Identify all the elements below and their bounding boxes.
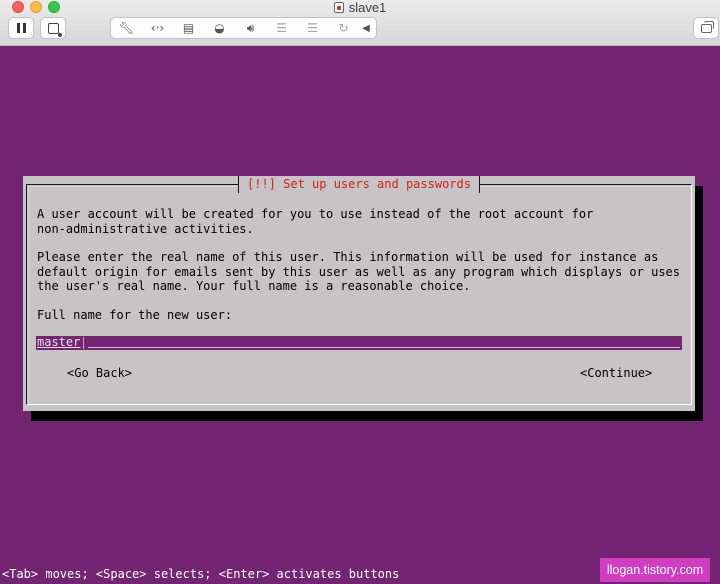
dialog-paragraph-2: Please enter the real name of this user.…	[37, 250, 680, 293]
fullscreen-icon	[700, 20, 714, 33]
network-icon[interactable]: ‹·›	[142, 18, 173, 38]
installer-dialog: [!!] Set up users and passwords A user a…	[23, 176, 695, 411]
field-label: Full name for the new user:	[37, 308, 233, 322]
go-back-button[interactable]: <Go Back>	[67, 366, 132, 380]
vm-toolbar: 🔧︎ ‹·› ▤ ◒ 🔊︎ ☰ ☰ ↻ ◀	[110, 17, 377, 39]
usb-icon[interactable]: ☰	[297, 18, 328, 38]
camera-icon[interactable]: ◒	[204, 18, 235, 38]
vm-icon	[333, 2, 344, 13]
refresh-icon[interactable]: ↻	[328, 18, 359, 38]
text-cursor	[83, 337, 84, 349]
window-title: slave1	[0, 0, 720, 15]
snapshot-button[interactable]	[40, 17, 66, 39]
snapshot-icon	[47, 22, 62, 37]
pause-button[interactable]	[8, 17, 34, 39]
disk-icon[interactable]: ▤	[173, 18, 204, 38]
field-underline	[88, 347, 680, 348]
speaker-icon[interactable]: 🔊︎	[235, 18, 266, 38]
dialog-title: [!!] Set up users and passwords	[238, 176, 480, 193]
window-titlebar: slave1 🔧︎ ‹·› ▤ ◒ 🔊︎ ☰ ☰ ↻ ◀	[0, 0, 720, 46]
pause-icon	[16, 23, 26, 33]
chevron-left-icon[interactable]: ◀	[359, 18, 373, 38]
fullscreen-button[interactable]	[693, 17, 719, 39]
dialog-paragraph-1: A user account will be created for you t…	[37, 207, 594, 236]
wrench-icon[interactable]: 🔧︎	[111, 18, 142, 38]
continue-button[interactable]: <Continue>	[580, 366, 652, 380]
window-title-text: slave1	[348, 0, 387, 15]
full-name-input[interactable]: master	[36, 336, 682, 350]
full-name-value: master	[37, 336, 81, 349]
usb-icon[interactable]: ☰	[266, 18, 297, 38]
keyboard-hint: <Tab> moves; <Space> selects; <Enter> ac…	[2, 567, 400, 581]
watermark: llogan.tistory.com	[600, 558, 710, 582]
